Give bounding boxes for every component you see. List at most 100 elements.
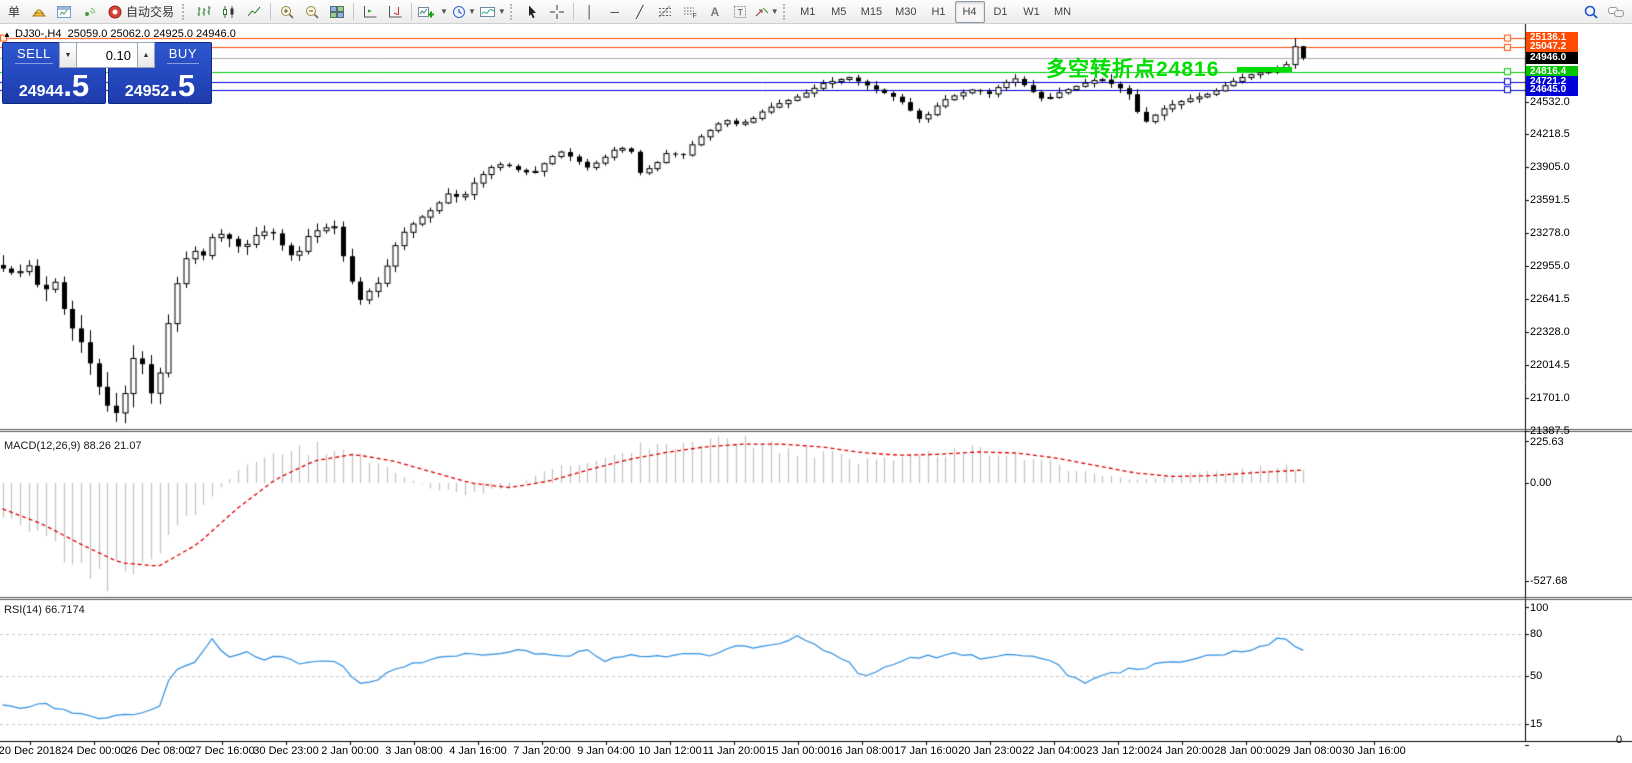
text-tool-icon[interactable]: A <box>703 1 727 23</box>
macd-axis-tick: 0.00 <box>1530 477 1552 489</box>
zoom-in-icon[interactable] <box>275 1 299 23</box>
tab-timeframe-m30[interactable]: M30 <box>889 1 922 23</box>
chart-shift-icon[interactable] <box>383 1 407 23</box>
volume-decrease-button[interactable]: ▼ <box>59 42 77 68</box>
price-axis-tick: 22328.0 <box>1530 325 1570 338</box>
sell-price-int: 24944 <box>18 83 64 100</box>
rsi-axis-tick: 0 <box>1616 734 1623 746</box>
chat-icon[interactable] <box>1604 1 1628 23</box>
time-axis-label: 26 Dec 08:00 <box>125 745 191 757</box>
channels-tool-icon[interactable]: F <box>678 1 702 23</box>
price-axis-tick: 22014.5 <box>1530 358 1570 371</box>
time-axis-label: 7 Jan 20:00 <box>513 745 571 757</box>
rsi-indicator-label: RSI(14) 66.7174 <box>4 604 85 616</box>
toolbar-separator <box>270 3 272 20</box>
signals-icon[interactable] <box>77 1 101 23</box>
cursor-tool-icon[interactable] <box>520 1 544 23</box>
autotrade-icon <box>108 5 122 18</box>
volume-spinner: ▼ 0.10 ▲ <box>59 42 155 68</box>
bar-chart-mode-icon[interactable] <box>192 1 216 23</box>
chart-window-icon[interactable] <box>52 1 76 23</box>
tab-timeframe-w1[interactable]: W1 <box>1017 1 1047 23</box>
periods-button[interactable]: ▼ <box>450 1 477 23</box>
time-axis-label: 11 Jan 20:00 <box>702 745 766 757</box>
macd-indicator-label: MACD(12,26,9) 88.26 21.07 <box>4 440 142 452</box>
tab-timeframe-d1[interactable]: D1 <box>986 1 1016 23</box>
zoom-out-icon[interactable] <box>300 1 324 23</box>
price-level-tag: 24946.0 <box>1526 52 1578 65</box>
tab-timeframe-h4[interactable]: H4 <box>954 0 985 23</box>
time-axis-label: 9 Jan 04:00 <box>577 745 635 757</box>
price-level-tag[interactable]: 24645.0 <box>1526 83 1578 96</box>
time-axis-label: 29 Jan 08:00 <box>1278 745 1342 757</box>
sell-label: SELL <box>15 46 53 64</box>
one-click-trading-panel: SELL 24944.5 BUY 24952.5 ▼ 0.10 ▲ <box>2 42 212 104</box>
time-axis-label: 30 Jan 16:00 <box>1342 745 1406 757</box>
toolbar-separator <box>353 3 355 20</box>
new-order-button[interactable]: 单 <box>2 1 26 23</box>
time-axis-label: 27 Dec 16:00 <box>189 745 255 757</box>
price-axis-tick: 23591.5 <box>1530 194 1570 207</box>
crosshair-tool-icon[interactable] <box>545 1 569 23</box>
buy-label: BUY <box>166 46 199 64</box>
time-axis-label: 24 Dec 00:00 <box>61 745 127 757</box>
toolbar-grip <box>509 3 515 20</box>
chart-annotation-text[interactable]: 多空转折点24816 <box>1046 53 1219 83</box>
time-axis-label: 16 Jan 08:00 <box>830 745 894 757</box>
tile-windows-icon[interactable] <box>325 1 349 23</box>
dropdown-arrow-icon: ▼ <box>440 7 448 16</box>
buy-price-frac: .5 <box>169 68 196 103</box>
search-icon[interactable] <box>1579 1 1603 23</box>
rsi-axis-tick: 80 <box>1530 628 1543 641</box>
time-axis-label: 24 Jan 20:00 <box>1150 745 1214 757</box>
candlestick-mode-icon[interactable] <box>217 1 241 23</box>
time-axis-label: 30 Dec 23:00 <box>253 745 319 757</box>
dropdown-arrow-icon: ▼ <box>497 7 506 16</box>
add-indicator-button[interactable]: ▼ <box>416 1 449 23</box>
rsi-axis-tick: 100 <box>1530 602 1549 614</box>
time-axis-label: 2 Jan 00:00 <box>321 745 379 757</box>
time-axis-label: 28 Jan 00:00 <box>1214 745 1278 757</box>
volume-input[interactable]: 0.10 <box>77 42 137 68</box>
tab-timeframe-m5[interactable]: M5 <box>824 1 854 23</box>
time-axis-label: 22 Jan 04:00 <box>1022 745 1086 757</box>
label-tool-icon[interactable]: T <box>728 1 752 23</box>
dropdown-arrow-icon: ▼ <box>467 7 476 16</box>
price-axis-tick: 24532.0 <box>1530 95 1570 108</box>
price-axis-tick: 21701.0 <box>1530 391 1570 404</box>
time-axis-label: 17 Jan 16:00 <box>894 745 958 757</box>
trading-platform-window: 单 自动交易 ▼ ▼ ▼ │ ─ ╱ F A T ▼ M1 M5 M15 M30… <box>0 0 1632 763</box>
tab-timeframe-m1[interactable]: M1 <box>793 1 823 23</box>
annotation-line-segment[interactable] <box>1237 67 1292 72</box>
main-toolbar: 单 自动交易 ▼ ▼ ▼ │ ─ ╱ F A T ▼ M1 M5 M15 M30… <box>0 0 1632 24</box>
horizontal-line-tool-icon[interactable]: ─ <box>603 1 627 23</box>
one-click-collapse-icon[interactable]: ▲ <box>3 30 11 39</box>
vertical-line-tool-icon[interactable]: │ <box>578 1 602 23</box>
time-axis-label: 23 Jan 12:00 <box>1086 745 1150 757</box>
price-axis-tick: 23278.0 <box>1530 227 1570 240</box>
dropdown-arrow-icon: ▼ <box>770 7 779 16</box>
autotrade-button[interactable]: 自动交易 <box>102 1 179 23</box>
arrows-tool-button[interactable]: ▼ <box>753 1 780 23</box>
time-axis-label: 20 Jan 23:00 <box>958 745 1022 757</box>
tab-timeframe-h1[interactable]: H1 <box>924 1 954 23</box>
tab-timeframe-mn[interactable]: MN <box>1048 1 1078 23</box>
gold-ingots-icon[interactable] <box>27 1 51 23</box>
line-chart-mode-icon[interactable] <box>242 1 266 23</box>
svg-text:F: F <box>692 13 696 20</box>
templates-button[interactable]: ▼ <box>478 1 507 23</box>
toolbar-separator <box>572 3 574 20</box>
toolbar-separator <box>411 3 413 20</box>
auto-scroll-icon[interactable] <box>358 1 382 23</box>
macd-axis-tick: 225.63 <box>1530 436 1564 448</box>
rsi-axis-tick: 15 <box>1530 718 1543 731</box>
price-axis-tick: 21387.5 <box>1530 424 1570 437</box>
tab-timeframe-m15[interactable]: M15 <box>855 1 888 23</box>
chart-canvas[interactable] <box>0 0 1632 763</box>
volume-increase-button[interactable]: ▲ <box>137 42 155 68</box>
time-axis-label: 4 Jan 16:00 <box>449 745 507 757</box>
fibonacci-tool-icon[interactable] <box>653 1 677 23</box>
toolbar-grip <box>182 3 187 20</box>
price-axis-tick: 22955.0 <box>1530 260 1570 272</box>
trendline-tool-icon[interactable]: ╱ <box>628 1 652 23</box>
